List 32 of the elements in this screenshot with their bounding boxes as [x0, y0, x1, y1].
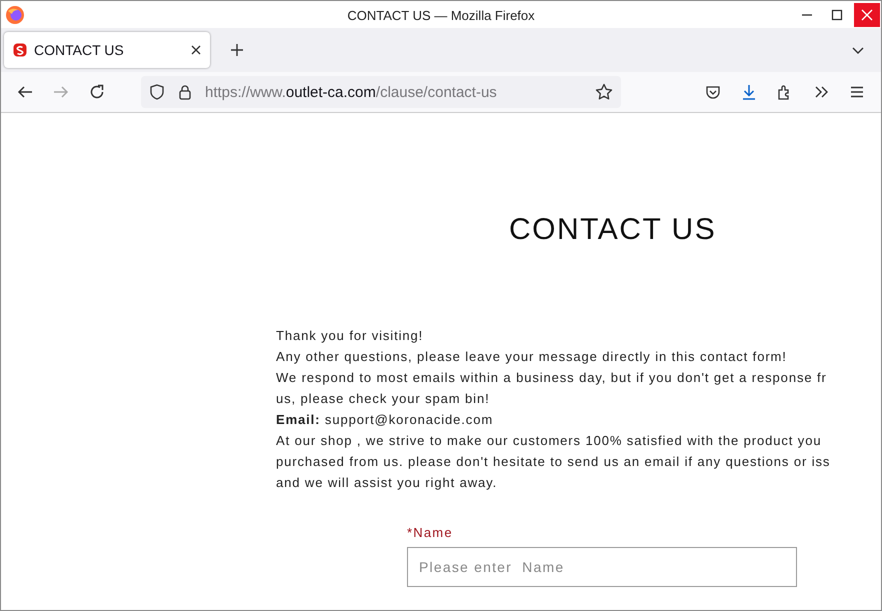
body-text: At our shop , we strive to make our customers 100% satisfied with the product you [276, 432, 822, 450]
body-text: Any other questions, please leave your message directly in this contact form! [276, 348, 787, 366]
body-text: We respond to most emails within a business day, but if you don't get a response fr [276, 369, 827, 387]
reload-icon [89, 84, 105, 100]
input-field[interactable]: Please enter Name [407, 547, 797, 587]
url-text[interactable]: https://www.outlet-ca.com/clause/contact-us [205, 84, 497, 100]
menu-icon [849, 84, 865, 100]
maximize-icon [831, 8, 843, 20]
star-icon[interactable] [595, 83, 613, 101]
field-label: *Name [407, 525, 453, 540]
back-arrow-icon [17, 84, 33, 100]
browser-tab[interactable]: CONTACT US [4, 32, 210, 68]
body-text: Email: support@koronacide.com [276, 411, 494, 429]
pocket-icon [705, 84, 721, 100]
forward-arrow-icon [53, 84, 69, 100]
shield-icon[interactable] [149, 84, 165, 100]
page-heading: CONTACT US [509, 213, 718, 247]
body-text: and we will assist you right away. [276, 474, 498, 492]
double-chevron-icon [813, 84, 829, 100]
body-text: purchased from us. please don't hesitate to send us an email if any questions or iss [276, 453, 830, 471]
plus-icon [230, 43, 244, 57]
close-tab-icon[interactable] [191, 45, 201, 55]
download-icon [741, 84, 757, 100]
close-button[interactable] [854, 2, 880, 26]
lock-icon[interactable] [177, 84, 193, 100]
window-title: CONTACT US — Mozilla Firefox [347, 8, 535, 23]
address-bar[interactable]: https://www.outlet-ca.com/clause/contact-us [141, 76, 621, 108]
body-text: Thank you for visiting! [276, 327, 424, 345]
close-icon [861, 8, 873, 20]
browser-logo-icon [5, 4, 25, 24]
site-favicon-icon [13, 43, 27, 57]
body-text: us, please check your spam bin! [276, 390, 490, 408]
